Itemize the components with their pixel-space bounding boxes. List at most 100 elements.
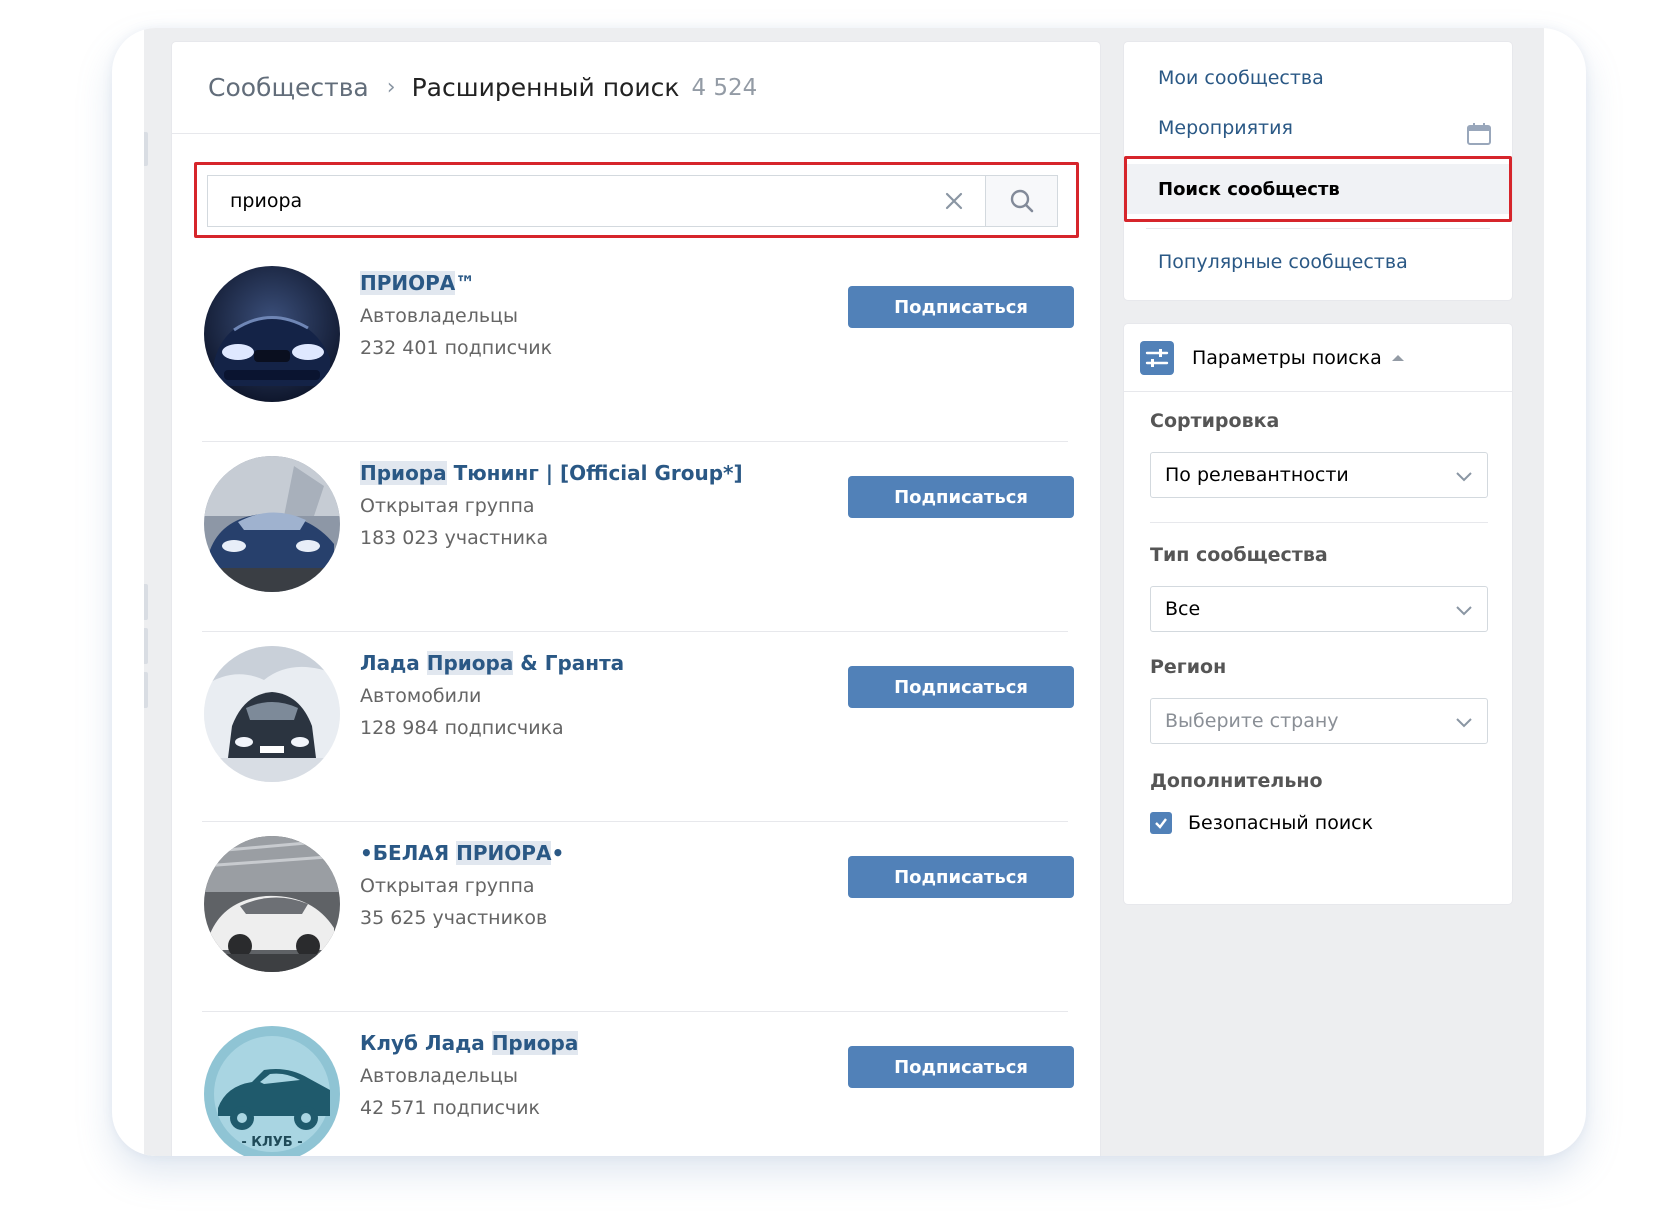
- community-avatar[interactable]: [204, 266, 340, 402]
- community-category: Открытая группа: [360, 875, 535, 897]
- list-item: - КЛУБ - Клуб Лада Приора Автовладельцы …: [202, 1012, 1074, 1156]
- name-part: •БЕЛАЯ: [360, 841, 457, 865]
- search-params-title: Параметры поиска: [1192, 346, 1382, 369]
- side-scroll-tab: [144, 628, 148, 664]
- search-icon: [1010, 189, 1033, 213]
- community-name-link[interactable]: Клуб Лада Приора: [360, 1030, 579, 1056]
- club-logo-avatar: - КЛУБ -: [204, 1026, 340, 1156]
- club-logo-text: - КЛУБ -: [241, 1135, 302, 1150]
- member-count: 42 571 подписчик: [360, 1097, 540, 1119]
- communities-menu: Мои сообщества Мероприятия Поиск сообщес…: [1124, 42, 1512, 300]
- chevron-down-icon: [1456, 718, 1472, 728]
- community-avatar[interactable]: [204, 646, 340, 782]
- community-avatar[interactable]: [204, 836, 340, 972]
- search-params-panel: Параметры поиска Сортировка По релевантн…: [1124, 324, 1512, 904]
- side-scroll-tab: [144, 672, 148, 708]
- community-name-link[interactable]: •БЕЛАЯ ПРИОРА•: [360, 840, 564, 866]
- screenshot-frame: Сообщества › Расширенный поиск 4 524 при…: [112, 28, 1586, 1156]
- subscribe-button[interactable]: Подписаться: [848, 1046, 1074, 1088]
- community-avatar[interactable]: - КЛУБ -: [204, 1026, 340, 1156]
- name-part: Лада: [360, 651, 427, 675]
- name-match-highlight: Приора: [491, 1031, 579, 1055]
- car-avatar-image: [204, 836, 340, 972]
- menu-item-events[interactable]: Мероприятия: [1124, 104, 1512, 152]
- collapse-caret-icon: [1391, 354, 1404, 361]
- search-params-header[interactable]: Параметры поиска: [1124, 324, 1512, 392]
- community-type-selected-value: Все: [1165, 598, 1201, 620]
- community-avatar[interactable]: [204, 456, 340, 592]
- filter-sliders-icon: [1140, 340, 1174, 375]
- name-part: & Гранта: [513, 651, 625, 675]
- results-list: ПРИОРА™ Автовладельцы 232 401 подписчик …: [202, 252, 1074, 1156]
- subscribe-button[interactable]: Подписаться: [848, 476, 1074, 518]
- section-divider: [1150, 522, 1488, 523]
- search-button[interactable]: [985, 176, 1057, 226]
- name-match-highlight: Приора: [360, 461, 447, 485]
- search-bar: [207, 175, 1058, 227]
- safe-search-label: Безопасный поиск: [1188, 812, 1374, 834]
- subscribe-button[interactable]: Подписаться: [848, 666, 1074, 708]
- search-input[interactable]: [208, 176, 923, 226]
- car-avatar-image: [204, 646, 340, 782]
- menu-item-my-communities[interactable]: Мои сообщества: [1124, 54, 1512, 102]
- safe-search-checkbox[interactable]: [1150, 812, 1172, 834]
- calendar-icon[interactable]: [1466, 122, 1492, 146]
- list-item: •БЕЛАЯ ПРИОРА• Открытая группа 35 625 уч…: [202, 822, 1074, 1012]
- side-scroll-tab: [144, 132, 148, 166]
- community-category: Автовладельцы: [360, 305, 518, 327]
- vk-communities-page: Сообщества › Расширенный поиск 4 524 при…: [144, 28, 1544, 1156]
- breadcrumb: Сообщества › Расширенный поиск 4 524: [172, 42, 1100, 134]
- close-icon: [945, 192, 963, 210]
- community-type-label: Тип сообщества: [1150, 544, 1328, 566]
- member-count: 35 625 участников: [360, 907, 548, 929]
- community-category: Автовладельцы: [360, 1065, 518, 1087]
- name-match-highlight: ПРИОРА: [456, 841, 552, 865]
- member-count: 232 401 подписчик: [360, 337, 553, 359]
- menu-highlight-frame: [1124, 156, 1512, 222]
- menu-divider: [1146, 228, 1490, 229]
- car-avatar-image: [204, 266, 340, 402]
- community-name-link[interactable]: Приора Тюнинг | [Official Group*]: [360, 460, 743, 486]
- car-avatar-image: [204, 456, 340, 592]
- breadcrumb-separator: ›: [386, 75, 396, 100]
- name-match-highlight: ПРИОРА: [360, 271, 456, 295]
- subscribe-button[interactable]: Подписаться: [848, 856, 1074, 898]
- search-highlight-frame: [194, 162, 1079, 238]
- community-info: ПРИОРА™ Автовладельцы 232 401 подписчик: [360, 270, 552, 360]
- checkmark-icon: [1155, 818, 1167, 829]
- community-category: Открытая группа: [360, 495, 535, 517]
- list-item: Лада Приора & Гранта Автомобили 128 984 …: [202, 632, 1074, 822]
- community-info: Лада Приора & Гранта Автомобили 128 984 …: [360, 650, 624, 740]
- community-name-link[interactable]: ПРИОРА™: [360, 270, 552, 296]
- community-type-select[interactable]: Все: [1150, 586, 1488, 632]
- region-select[interactable]: Выберите страну: [1150, 698, 1488, 744]
- community-name-link[interactable]: Лада Приора & Гранта: [360, 650, 624, 676]
- community-info: Приора Тюнинг | [Official Group*] Открыт…: [360, 460, 743, 550]
- name-match-highlight: Приора: [426, 651, 514, 675]
- name-part: ™: [455, 271, 476, 295]
- menu-item-popular-communities[interactable]: Популярные сообщества: [1124, 238, 1512, 286]
- clear-search-button[interactable]: [923, 176, 985, 226]
- side-scroll-tab: [144, 584, 148, 620]
- name-part: Тюнинг | [Official Group*]: [446, 461, 743, 485]
- region-label: Регион: [1150, 656, 1227, 678]
- sort-label: Сортировка: [1150, 410, 1280, 432]
- region-placeholder: Выберите страну: [1165, 710, 1339, 732]
- sort-selected-value: По релевантности: [1165, 464, 1349, 486]
- subscribe-button[interactable]: Подписаться: [848, 286, 1074, 328]
- list-item: Приора Тюнинг | [Official Group*] Открыт…: [202, 442, 1074, 632]
- breadcrumb-communities-link[interactable]: Сообщества: [208, 73, 369, 102]
- community-info: •БЕЛАЯ ПРИОРА• Открытая группа 35 625 уч…: [360, 840, 564, 930]
- extra-options-label: Дополнительно: [1150, 770, 1323, 792]
- sort-select[interactable]: По релевантности: [1150, 452, 1488, 498]
- member-count: 183 023 участника: [360, 527, 549, 549]
- safe-search-option[interactable]: Безопасный поиск: [1150, 812, 1373, 834]
- page-title: Расширенный поиск: [411, 73, 680, 102]
- chevron-down-icon: [1456, 472, 1472, 482]
- community-info: Клуб Лада Приора Автовладельцы 42 571 по…: [360, 1030, 579, 1120]
- member-count: 128 984 подписчика: [360, 717, 564, 739]
- chevron-down-icon: [1456, 606, 1472, 616]
- list-item: ПРИОРА™ Автовладельцы 232 401 подписчик …: [202, 252, 1074, 442]
- name-part: Клуб Лада: [360, 1031, 492, 1055]
- search-results-panel: Сообщества › Расширенный поиск 4 524 при…: [172, 42, 1100, 1156]
